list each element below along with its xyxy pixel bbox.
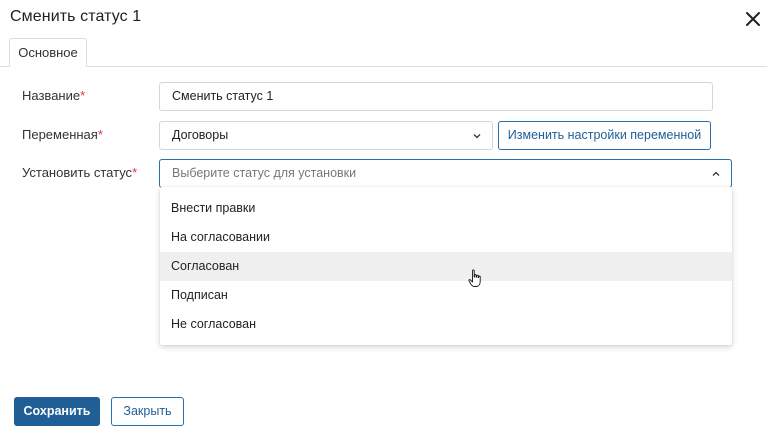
status-option[interactable]: На согласовании: [160, 223, 732, 252]
save-button[interactable]: Сохранить: [14, 397, 100, 426]
status-option[interactable]: Не согласован: [160, 310, 732, 339]
required-mark: *: [132, 165, 138, 180]
hand-cursor-icon: [468, 269, 481, 287]
status-dropdown: Внести правки На согласовании Согласован…: [160, 187, 732, 345]
set-status-placeholder: Выберите статус для установки: [172, 166, 357, 180]
variable-label-text: Переменная: [22, 127, 98, 142]
dialog-title: Сменить статус 1: [10, 8, 142, 25]
name-input-value: Сменить статус 1: [172, 89, 274, 103]
change-variable-settings-button[interactable]: Изменить настройки переменной: [498, 121, 711, 150]
close-icon: [746, 12, 760, 26]
variable-label: Переменная*: [22, 127, 103, 142]
tab-bar-divider: [0, 66, 767, 67]
name-label: Название*: [22, 88, 85, 103]
set-status-label-text: Установить статус: [22, 165, 133, 180]
chevron-down-icon: [473, 134, 481, 139]
close-dialog-button[interactable]: Закрыть: [111, 397, 184, 426]
set-status-label: Установить статус*: [22, 165, 137, 180]
status-option[interactable]: Внести правки: [160, 194, 732, 223]
required-mark: *: [97, 127, 103, 142]
tab-main[interactable]: Основное: [9, 38, 87, 67]
name-input[interactable]: Сменить статус 1: [159, 82, 713, 111]
required-mark: *: [80, 88, 86, 103]
variable-select[interactable]: Договоры: [159, 121, 493, 150]
status-option[interactable]: Подписан: [160, 281, 732, 310]
set-status-select[interactable]: Выберите статус для установки: [159, 159, 732, 188]
name-label-text: Название: [22, 88, 81, 103]
chevron-up-icon: [712, 171, 720, 176]
variable-select-value: Договоры: [172, 128, 229, 142]
close-button[interactable]: [743, 9, 763, 29]
status-option[interactable]: Согласован: [160, 252, 732, 281]
